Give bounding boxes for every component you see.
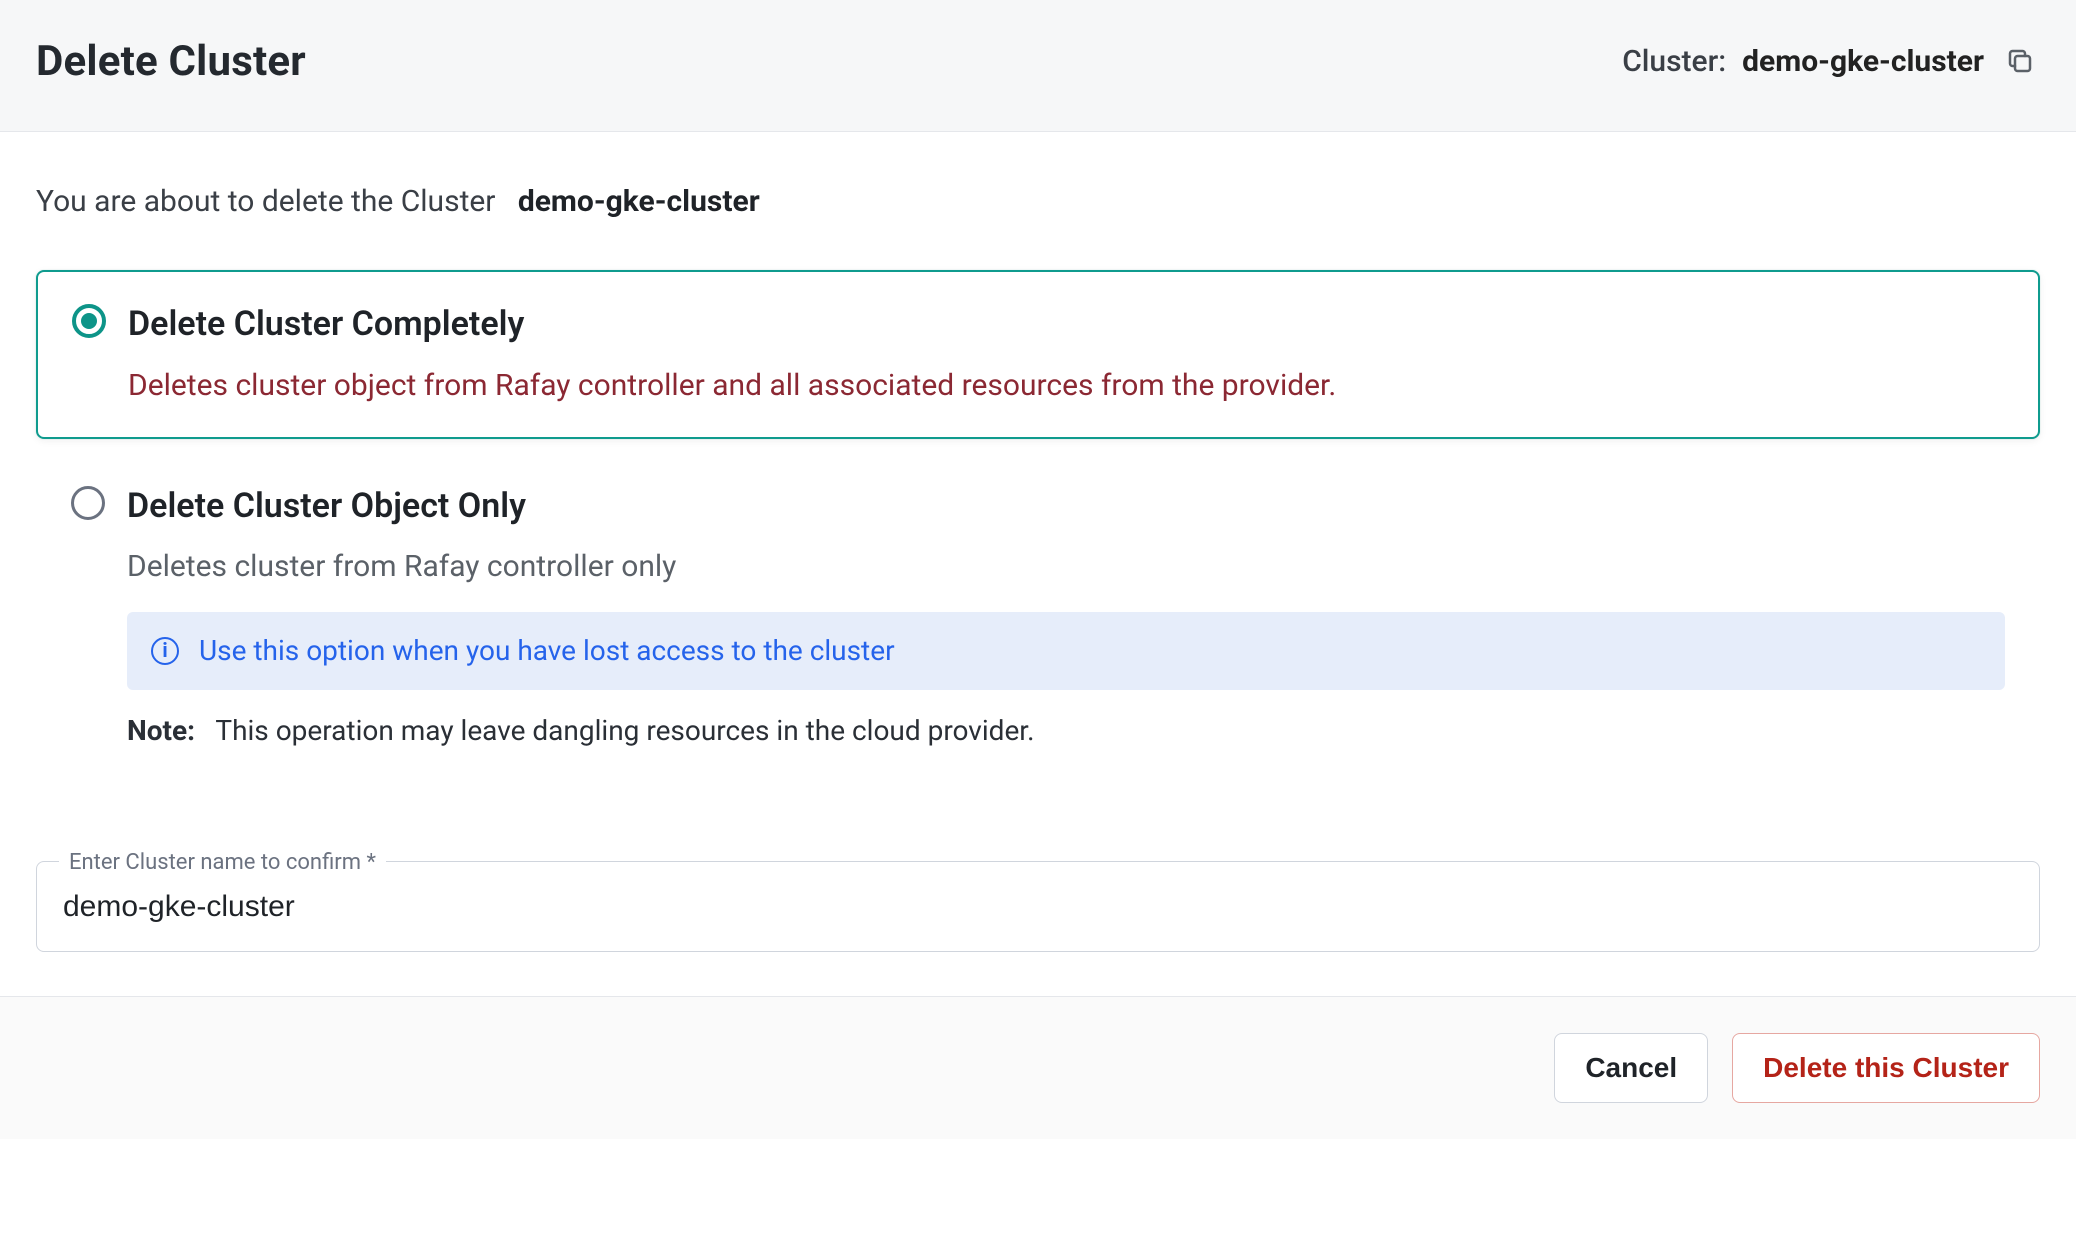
copy-cluster-name-button[interactable] <box>2000 42 2040 82</box>
radio-unselected-icon <box>71 486 105 520</box>
intro-text: You are about to delete the Cluster demo… <box>36 182 2040 223</box>
delete-options: Delete Cluster Completely Deletes cluste… <box>36 270 2040 780</box>
radio-selected-icon <box>72 304 106 338</box>
option-description: Deletes cluster object from Rafay contro… <box>128 366 2004 407</box>
dialog-content: You are about to delete the Cluster demo… <box>0 132 2076 997</box>
confirm-cluster-name-input[interactable] <box>61 889 2015 925</box>
delete-cluster-button[interactable]: Delete this Cluster <box>1732 1033 2040 1103</box>
note-label: Note: <box>127 714 195 747</box>
cluster-name: demo-gke-cluster <box>1742 42 1984 83</box>
option-delete-object-only[interactable]: Delete Cluster Object Only Deletes clust… <box>36 453 2040 781</box>
option-title: Delete Cluster Completely <box>128 302 2004 348</box>
page-title: Delete Cluster <box>36 34 306 91</box>
intro-cluster-name: demo-gke-cluster <box>518 184 760 219</box>
note-text: This operation may leave dangling resour… <box>215 714 1034 747</box>
info-icon: i <box>151 637 179 665</box>
cancel-button[interactable]: Cancel <box>1554 1033 1708 1103</box>
dialog-header: Delete Cluster Cluster: demo-gke-cluster <box>0 0 2076 132</box>
option-info-text: Use this option when you have lost acces… <box>199 632 895 670</box>
option-description: Deletes cluster from Rafay controller on… <box>127 547 2005 588</box>
confirm-cluster-name-field: Enter Cluster name to confirm * <box>36 861 2040 953</box>
option-delete-completely[interactable]: Delete Cluster Completely Deletes cluste… <box>36 270 2040 438</box>
option-info-banner: i Use this option when you have lost acc… <box>127 612 2005 690</box>
option-title: Delete Cluster Object Only <box>127 484 2005 530</box>
confirm-label: Enter Cluster name to confirm * <box>59 848 386 878</box>
cluster-indicator: Cluster: demo-gke-cluster <box>1622 42 2040 83</box>
cluster-prefix: Cluster: <box>1622 42 1726 83</box>
option-note: Note: This operation may leave dangling … <box>127 712 2005 750</box>
intro-prefix: You are about to delete the Cluster <box>36 184 495 219</box>
copy-icon <box>2005 46 2035 79</box>
dialog-footer: Cancel Delete this Cluster <box>0 996 2076 1139</box>
